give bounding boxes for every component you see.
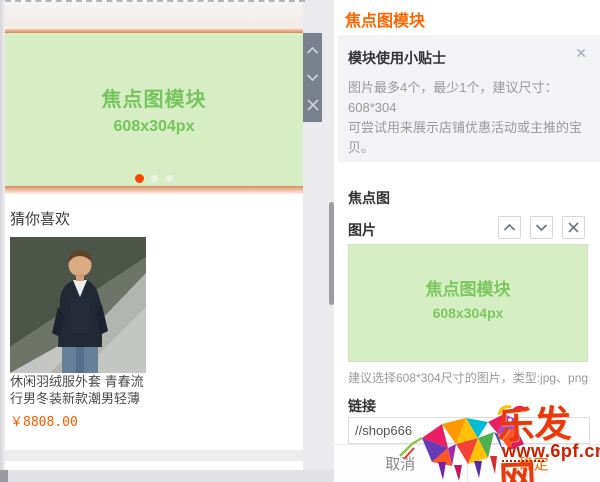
item-move-up-button[interactable] <box>498 216 521 239</box>
tip-text-line: 可尝试用来展示店铺优惠活动或主推的宝贝。 <box>348 120 583 155</box>
module-move-down-button[interactable] <box>305 70 320 85</box>
module-move-up-button[interactable] <box>305 43 320 58</box>
focus-image-module-preview[interactable]: 焦点图模块 608x304px <box>5 33 303 186</box>
link-field-label: 链接 <box>348 398 376 414</box>
close-icon <box>306 98 319 111</box>
carousel-dot[interactable] <box>164 174 174 183</box>
link-input[interactable] <box>348 417 590 444</box>
panel-scrollbar-thumb[interactable] <box>329 202 334 305</box>
image-hint-text: 建议选择608*304尺寸的图片，类型:jpg、png <box>348 371 589 385</box>
panel-title: 焦点图模块 <box>345 13 426 30</box>
module-drop-indicator <box>5 0 305 2</box>
image-placeholder-thumb[interactable]: 焦点图模块 608x304px <box>348 244 588 362</box>
tip-text-line: 图片最多4个，最少1个，建议尺寸：608*304 <box>348 80 558 115</box>
module-toolbar <box>303 33 322 122</box>
tip-heading: 模块使用小贴士 <box>348 50 446 66</box>
product-photo-image <box>10 237 146 373</box>
chevron-up-icon <box>306 46 319 54</box>
banner-size-text: 608x304px <box>113 118 195 135</box>
guess-you-like-title: 猜你喜欢 <box>10 211 71 228</box>
confirm-button[interactable]: 确定 <box>466 445 600 482</box>
product-price: ￥8808.00 <box>10 415 78 430</box>
horizontal-scrollbar[interactable] <box>0 470 334 482</box>
carousel-dot-active[interactable] <box>134 174 144 183</box>
module-delete-button[interactable] <box>305 97 320 112</box>
item-delete-button[interactable] <box>562 216 585 239</box>
placeholder-size-text: 608x304px <box>432 305 504 321</box>
item-move-down-button[interactable] <box>530 216 553 239</box>
carousel-dot[interactable] <box>149 174 159 183</box>
chevron-down-icon <box>535 224 548 232</box>
shop-designer-window: 焦点图模块 608x304px 猜你喜欢 休闲羽绒服外套 青春流行男冬装新款潮男… <box>0 0 600 482</box>
placeholder-title: 焦点图模块 <box>425 280 511 299</box>
cancel-button[interactable]: 取消 <box>334 445 467 482</box>
module-top-margin <box>5 2 303 27</box>
product-title: 休闲羽绒服外套 青春流行男冬装新款潮男轻薄 <box>10 374 144 406</box>
product-photo[interactable] <box>10 237 146 373</box>
module-selection-glow-bottom <box>5 186 303 195</box>
preview-footer-strip <box>5 450 303 461</box>
dialog-footer: 取消 确定 <box>334 444 600 482</box>
chevron-down-icon <box>306 74 319 82</box>
focus-image-group-label: 焦点图 <box>348 190 390 206</box>
chevron-up-icon <box>503 223 516 231</box>
horizontal-scrollbar-thumb[interactable] <box>0 470 8 482</box>
image-field-label: 图片 <box>348 222 376 238</box>
image-item-actions <box>498 216 585 239</box>
tip-close-icon[interactable]: ✕ <box>575 46 587 60</box>
usage-tip-box: ✕ 模块使用小贴士 图片最多4个，最少1个，建议尺寸：608*304 可尝试用来… <box>338 35 600 162</box>
carousel-dots <box>5 174 303 183</box>
close-icon <box>568 222 579 233</box>
banner-title: 焦点图模块 <box>101 89 207 111</box>
